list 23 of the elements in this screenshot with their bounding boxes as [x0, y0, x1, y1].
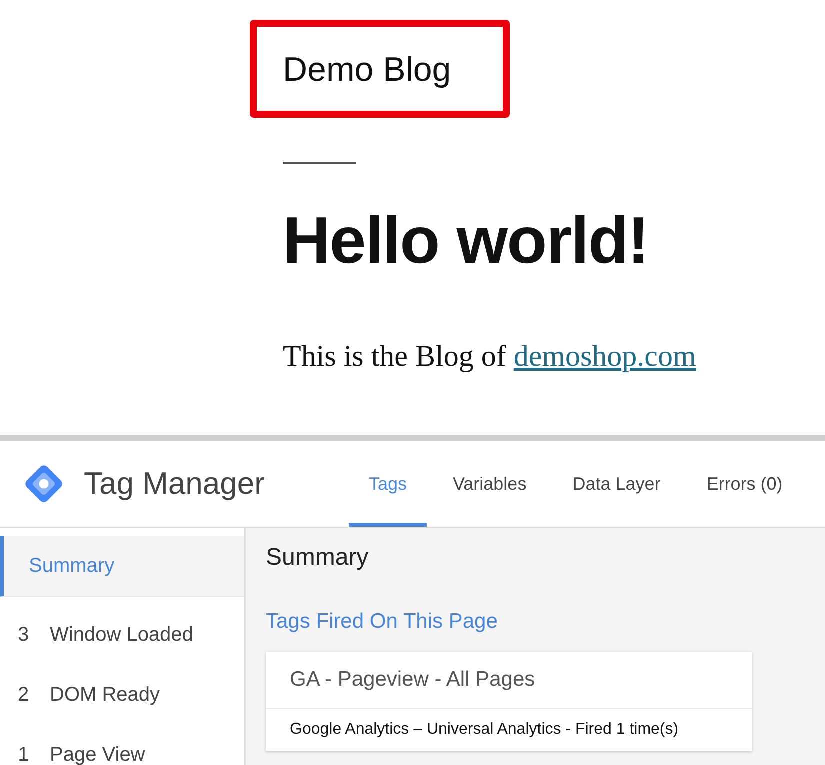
event-label: Summary	[29, 554, 115, 578]
tab[interactable]: Data Layer	[552, 441, 681, 527]
event-label: Page View	[50, 744, 146, 765]
site-title[interactable]: Demo Blog	[283, 51, 452, 89]
sidebar-item[interactable]: 3 Window Loaded	[0, 605, 244, 665]
event-label: Window Loaded	[50, 624, 194, 646]
product-name: Tag Manager	[84, 466, 265, 502]
intro-paragraph: This is the Blog of demoshop.com	[283, 340, 698, 374]
sidebar-item[interactable]: 2 DOM Ready	[0, 665, 244, 725]
tag-name: GA - Pageview - All Pages	[266, 652, 752, 709]
event-number: 2	[18, 684, 30, 706]
event-label: DOM Ready	[50, 684, 160, 706]
subsection-title: Tags Fired On This Page	[266, 610, 499, 634]
section-title: Summary	[266, 544, 370, 572]
site-link[interactable]: demoshop.com	[514, 340, 696, 373]
sidebar-item[interactable]: 1 Page View	[0, 725, 244, 765]
post-title: Hello world!	[283, 202, 650, 278]
tag-card[interactable]: GA - Pageview - All Pages Google Analytics – Universal Analytics - Fired 1 time(s)	[266, 652, 752, 751]
event-number: 1	[18, 744, 30, 765]
event-number: 3	[18, 624, 30, 646]
tab[interactable]: Variables	[432, 441, 547, 527]
tab[interactable]: Errors (0)	[686, 441, 803, 527]
tag-detail: Google Analytics – Universal Analytics - Fired 1 time(s)	[289, 720, 680, 740]
